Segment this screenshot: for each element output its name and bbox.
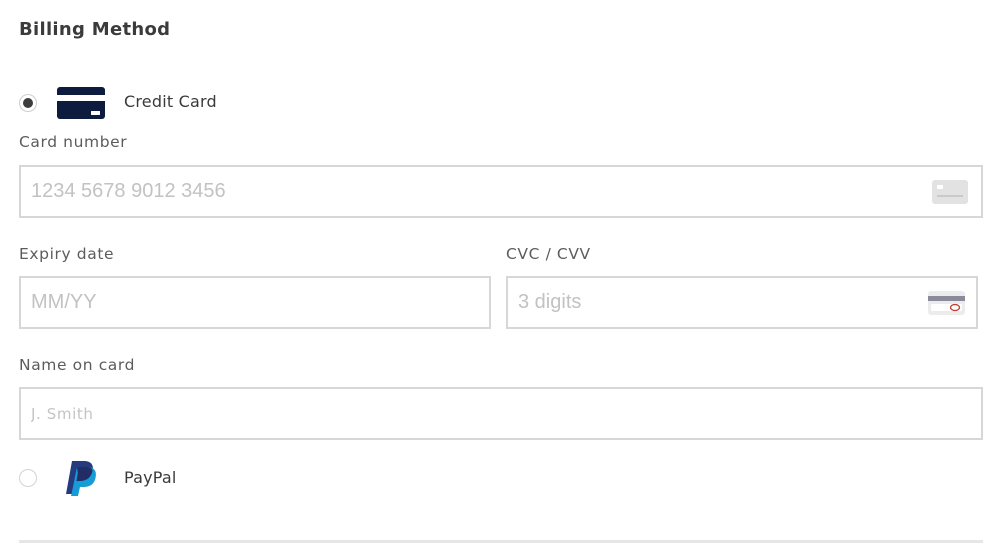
card-number-label: Card number <box>19 133 128 151</box>
credit-card-label: Credit Card <box>124 92 217 111</box>
cvc-label: CVC / CVV <box>506 245 591 263</box>
name-on-card-input[interactable] <box>19 387 983 440</box>
name-on-card-label: Name on card <box>19 356 136 374</box>
card-number-input[interactable] <box>19 165 983 218</box>
paypal-radio[interactable] <box>19 469 37 487</box>
billing-method-title: Billing Method <box>19 19 171 40</box>
billing-method-form: Billing Method Credit Card Card number E… <box>0 0 1000 557</box>
credit-card-radio[interactable] <box>19 94 37 112</box>
expiry-date-input[interactable] <box>19 276 491 329</box>
expiry-date-label: Expiry date <box>19 245 115 263</box>
radio-selected-dot <box>23 98 33 108</box>
credit-card-icon <box>57 87 105 119</box>
paypal-label: PayPal <box>124 468 177 487</box>
section-divider <box>19 540 983 543</box>
paypal-logo-icon <box>64 460 98 497</box>
cvc-input[interactable] <box>506 276 978 329</box>
card-front-icon <box>932 180 968 204</box>
card-back-cvc-icon <box>928 291 965 315</box>
